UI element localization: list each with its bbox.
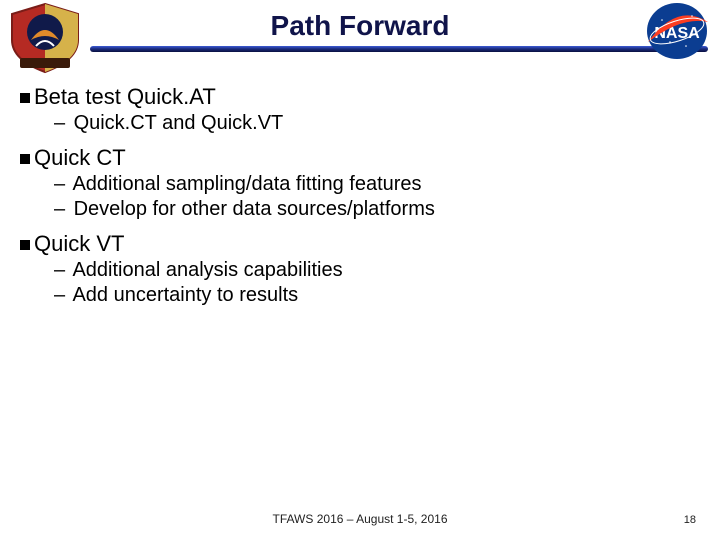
sub-list-3: – Additional analysis capabilities – Add… [54, 259, 700, 307]
list-item: – Develop for other data sources/platfor… [54, 198, 700, 221]
list-item-text: Additional analysis capabilities [72, 259, 342, 281]
list-item-text: Additional sampling/data fitting feature… [72, 173, 421, 195]
section-head-2: Quick CT [20, 145, 700, 171]
slide-title: Path Forward [0, 0, 720, 42]
section-head-text: Quick CT [34, 145, 126, 170]
slide: NASA Path Forward Beta test Quick.AT – Q… [0, 0, 720, 540]
section-head-1: Beta test Quick.AT [20, 84, 700, 110]
square-bullet-icon [20, 154, 30, 164]
header: NASA Path Forward [0, 0, 720, 60]
list-item: – Quick.CT and Quick.VT [54, 112, 700, 135]
list-item-text: Add uncertainty to results [72, 284, 298, 306]
title-underline [90, 46, 708, 52]
section-head-3: Quick VT [20, 231, 700, 257]
list-item-text: Develop for other data sources/platforms [74, 198, 435, 220]
jpl-shield-icon [6, 2, 84, 74]
section-head-text: Beta test Quick.AT [34, 84, 216, 109]
list-item: – Additional analysis capabilities [54, 259, 700, 282]
list-item: – Additional sampling/data fitting featu… [54, 173, 700, 196]
page-number: 18 [684, 514, 696, 526]
sub-list-2: – Additional sampling/data fitting featu… [54, 173, 700, 221]
list-item-text: Quick.CT and Quick.VT [74, 112, 284, 134]
nasa-logo-icon: NASA [642, 2, 712, 60]
square-bullet-icon [20, 240, 30, 250]
content-area: Beta test Quick.AT – Quick.CT and Quick.… [0, 60, 720, 307]
sub-list-1: – Quick.CT and Quick.VT [54, 112, 700, 135]
list-item: – Add uncertainty to results [54, 284, 700, 307]
square-bullet-icon [20, 93, 30, 103]
footer-text: TFAWS 2016 – August 1-5, 2016 [0, 512, 720, 526]
section-head-text: Quick VT [34, 231, 124, 256]
